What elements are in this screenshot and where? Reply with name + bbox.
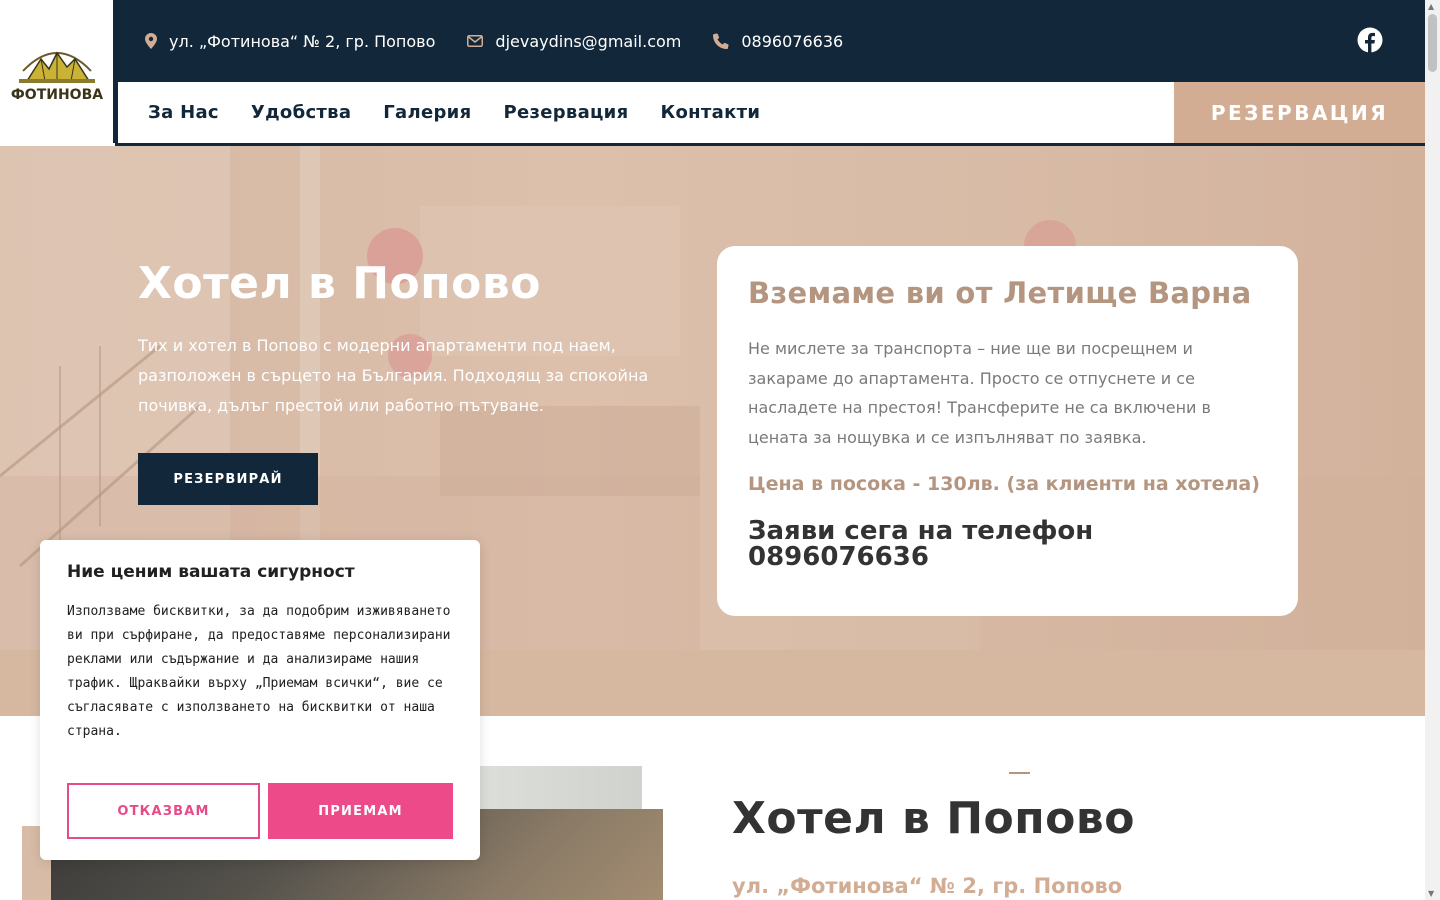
nav-item-gallery[interactable]: Галерия (383, 102, 471, 123)
svg-text:ФОТИНОВА: ФОТИНОВА (10, 87, 102, 103)
transfer-price: Цена в посока - 130лв. (за клиенти на хо… (748, 473, 1260, 495)
airport-transfer-card: Вземаме ви от Летище Варна Не мислете за… (717, 246, 1298, 616)
main-navigation: За Нас Удобства Галерия Резервация Конта… (115, 82, 1425, 146)
reject-cookies-button[interactable]: ОТКАЗВАМ (67, 783, 260, 839)
section-title: Хотел в Попово (732, 793, 1135, 844)
nav-item-contacts[interactable]: Контакти (660, 102, 760, 123)
mountain-logo-icon: ФОТИНОВА (10, 51, 103, 103)
book-now-button[interactable]: РЕЗЕРВИРАЙ (138, 453, 318, 505)
scrollbar-thumb[interactable] (1428, 14, 1437, 72)
address-info: ул. „Фотинова“ № 2, гр. Попово (145, 32, 435, 51)
call-to-phone[interactable]: Заяви сега на телефон 0896076636 (748, 518, 1267, 570)
email-link[interactable]: djevaydins@gmail.com (495, 32, 681, 51)
phone-info[interactable]: 0896076636 (713, 32, 843, 51)
cookie-text: Използваме бисквитки, за да подобрим изж… (67, 604, 451, 739)
nav-item-reservation[interactable]: Резервация (503, 102, 628, 123)
nav-item-amenities[interactable]: Удобства (251, 102, 351, 123)
hero-description: Тих и хотел в Попово с модерни апартамен… (138, 336, 649, 415)
accept-cookies-button[interactable]: ПРИЕМАМ (268, 783, 453, 839)
scroll-down-arrow-icon[interactable]: ▼ (1428, 889, 1434, 898)
cookie-title: Ние ценим вашата сигурност (67, 562, 355, 582)
map-pin-icon (145, 33, 157, 49)
envelope-icon (467, 35, 484, 47)
top-info-bar: ул. „Фотинова“ № 2, гр. Попово djevaydin… (115, 0, 1425, 82)
email-info[interactable]: djevaydins@gmail.com (467, 32, 681, 51)
scroll-up-arrow-icon[interactable]: ▲ (1428, 2, 1434, 11)
hero-title: Хотел в Попово (138, 258, 541, 309)
phone-icon (713, 33, 729, 49)
nav-item-about[interactable]: За Нас (148, 102, 219, 123)
address-text: ул. „Фотинова“ № 2, гр. Попово (169, 31, 436, 51)
card-description: Не мислете за транспорта – ние ще ви пос… (748, 339, 1211, 447)
section-accent-line (1009, 772, 1030, 774)
site-logo[interactable]: ФОТИНОВА (0, 0, 115, 143)
cookie-buttons: ОТКАЗВАМ ПРИЕМАМ (67, 783, 453, 839)
phone-link[interactable]: 0896076636 (741, 32, 843, 51)
page-scrollbar[interactable]: ▲ ▼ (1425, 0, 1440, 900)
facebook-icon[interactable] (1357, 27, 1383, 53)
card-title: Вземаме ви от Летище Варна (748, 276, 1252, 310)
section-address: ул. „Фотинова“ № 2, гр. Попово (732, 874, 1123, 898)
cookie-consent-banner: Ние ценим вашата сигурност Използваме би… (40, 540, 480, 860)
reservation-cta-button[interactable]: РЕЗЕРВАЦИЯ (1174, 82, 1425, 143)
